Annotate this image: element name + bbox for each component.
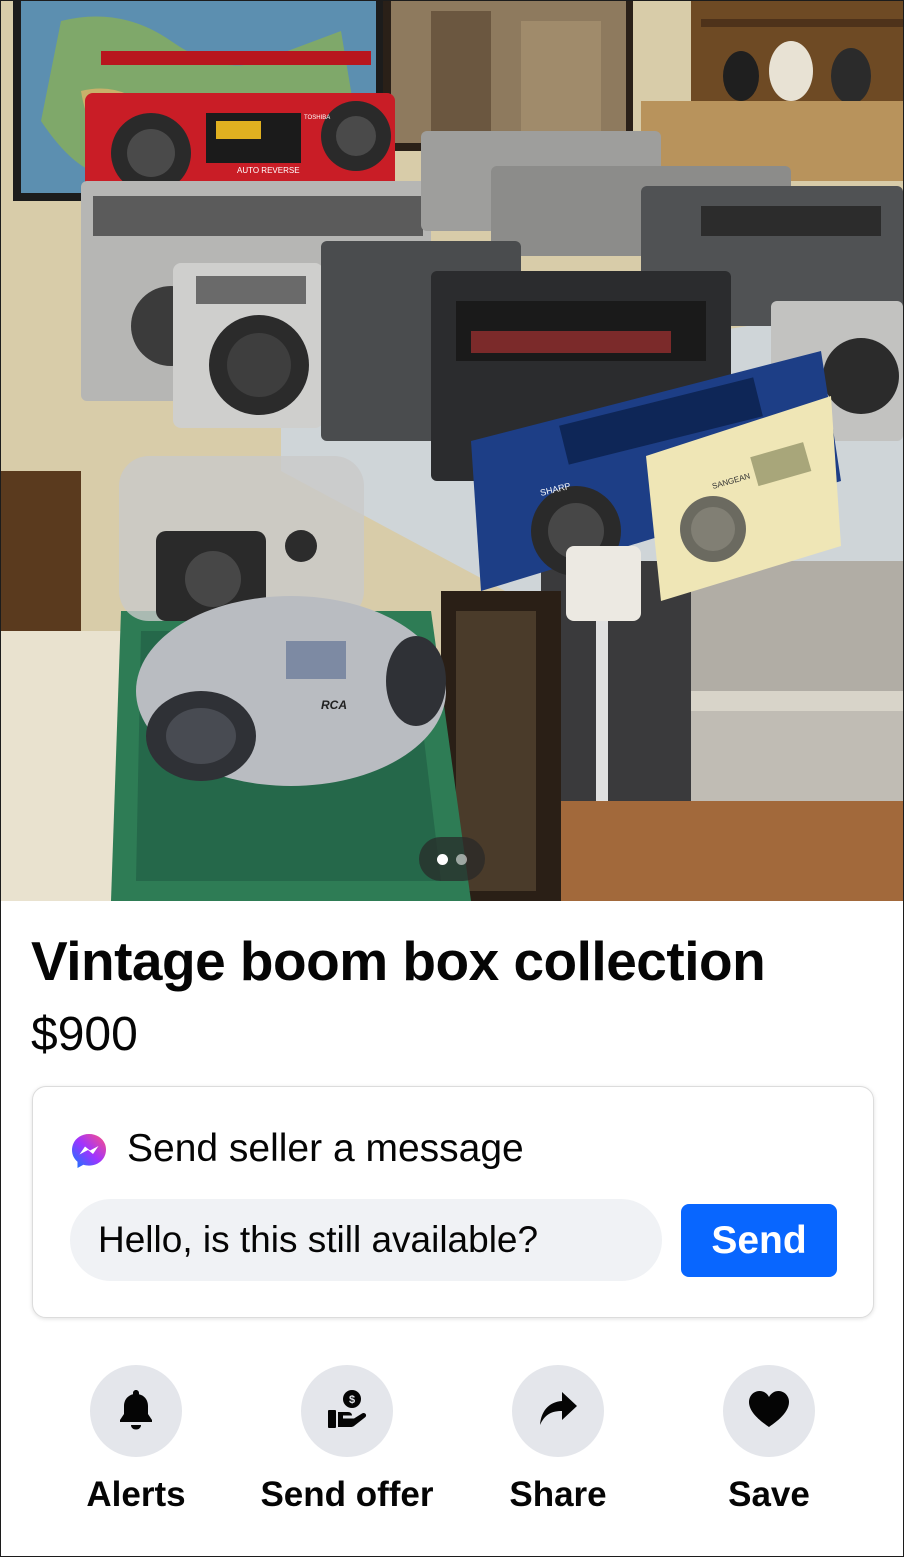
send-offer-button[interactable]: $	[301, 1365, 393, 1457]
clear-radio	[119, 456, 364, 621]
message-input[interactable]: Hello, is this still available?	[70, 1199, 662, 1281]
boombox-photo-illustration: AUTO REVERSE TOSHIBA SHARP SANGEAN RCA	[1, 1, 903, 901]
bell-icon	[117, 1388, 155, 1435]
carousel-dot-active[interactable]	[437, 853, 448, 865]
alerts-action[interactable]: Alerts	[36, 1365, 236, 1515]
send-offer-action[interactable]: $ Send offer	[247, 1365, 447, 1515]
alerts-button[interactable]	[90, 1365, 182, 1457]
share-icon	[538, 1390, 578, 1433]
listing-photo[interactable]: AUTO REVERSE TOSHIBA SHARP SANGEAN RCA	[1, 1, 903, 901]
heart-icon	[747, 1389, 791, 1434]
photo-carousel-indicator[interactable]	[419, 837, 485, 881]
listing-screen: AUTO REVERSE TOSHIBA SHARP SANGEAN RCA V…	[0, 0, 904, 1557]
svg-text:RCA: RCA	[321, 698, 347, 712]
share-button[interactable]	[512, 1365, 604, 1457]
listing-price: $900	[31, 1008, 138, 1061]
offer-icon: $	[325, 1388, 369, 1435]
save-button[interactable]	[723, 1365, 815, 1457]
send-message-card: Send seller a message Hello, is this sti…	[32, 1086, 874, 1318]
messenger-icon	[69, 1121, 127, 1176]
svg-text:TOSHIBA: TOSHIBA	[304, 115, 330, 121]
share-label: Share	[509, 1475, 607, 1514]
svg-text:AUTO REVERSE: AUTO REVERSE	[237, 166, 300, 175]
send-message-header: Send seller a message	[69, 1121, 524, 1176]
send-button[interactable]: Send	[681, 1204, 837, 1277]
svg-text:$: $	[349, 1394, 355, 1406]
listing-title: Vintage boom box collection	[31, 930, 766, 992]
send-offer-label: Send offer	[260, 1475, 434, 1514]
alerts-label: Alerts	[86, 1475, 186, 1514]
small-silver-radio	[173, 263, 323, 428]
rca-cd-boombox: RCA	[136, 596, 446, 786]
send-message-label: Send seller a message	[127, 1126, 524, 1170]
save-label: Save	[728, 1475, 810, 1514]
share-action[interactable]: Share	[458, 1365, 658, 1515]
save-action[interactable]: Save	[669, 1365, 869, 1515]
carousel-dot[interactable]	[456, 853, 467, 865]
